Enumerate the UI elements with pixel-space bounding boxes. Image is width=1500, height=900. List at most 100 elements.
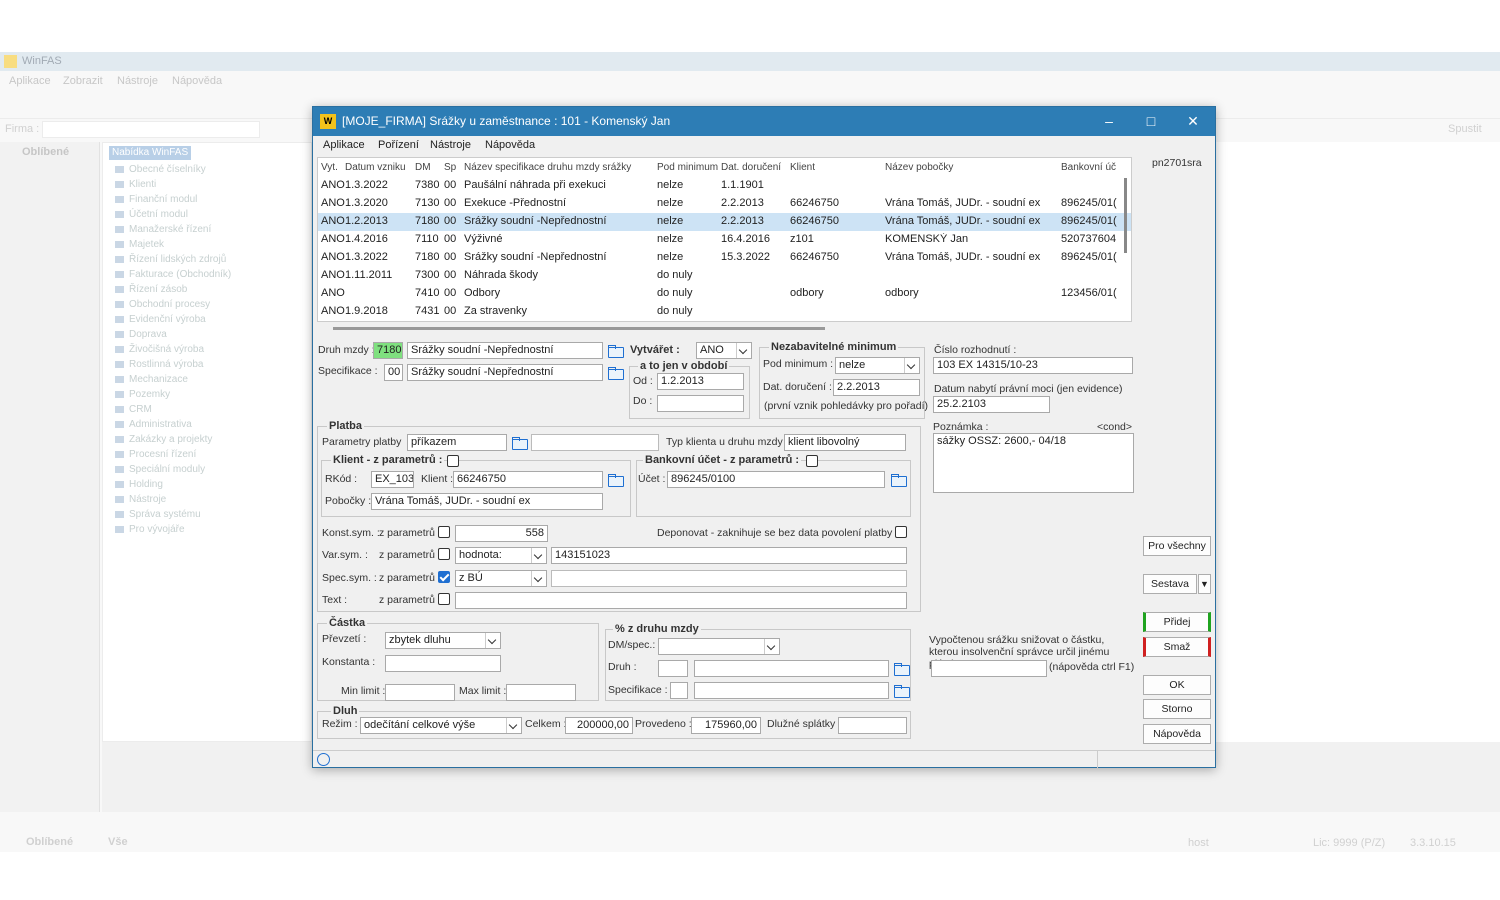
tab-oblibene[interactable]: Oblíbené: [26, 836, 73, 848]
druh-name-input[interactable]: [694, 660, 889, 677]
table-row[interactable]: ANO 1.11.2011 7300 00 Náhrada škody do nuly: [318, 267, 1131, 285]
folder-open-icon[interactable]: [890, 473, 907, 487]
col-nazev[interactable]: Název specifikace druhu mzdy srážky: [464, 162, 654, 173]
chevron-down-icon[interactable]: [531, 548, 546, 563]
col-sp[interactable]: Sp: [444, 162, 462, 173]
tree-item[interactable]: Živočišná výroba: [107, 342, 231, 357]
table-row[interactable]: ANO 1.3.2020 7130 00 Exekuce -Přednostní nelz…: [318, 195, 1131, 213]
tree-item[interactable]: Klienti: [107, 177, 231, 192]
rezim-select[interactable]: odečítání celkové výše: [360, 717, 522, 734]
chevron-down-icon[interactable]: [764, 639, 779, 654]
tree-item[interactable]: Pozemky: [107, 387, 231, 402]
app-menu-nastroje[interactable]: Nástroje: [117, 75, 158, 87]
col-datum[interactable]: Datum vzniku: [345, 162, 411, 173]
folder-open-icon[interactable]: [893, 662, 910, 676]
col-klient[interactable]: Klient: [790, 162, 880, 173]
spec-mode-select[interactable]: z BÚ: [455, 570, 547, 587]
tree-item[interactable]: Holding: [107, 477, 231, 492]
chevron-down-icon[interactable]: [904, 358, 919, 373]
maximize-icon[interactable]: □: [1131, 107, 1171, 136]
chevron-down-icon[interactable]: [485, 633, 500, 648]
sestava-dropdown-icon[interactable]: ▼: [1198, 574, 1211, 594]
spec-sym-input[interactable]: [551, 570, 907, 587]
tree-item[interactable]: Majetek: [107, 237, 231, 252]
app-menu-napoveda[interactable]: Nápověda: [172, 75, 222, 87]
grid-hscroll[interactable]: [333, 327, 825, 330]
druh-mzdy-code[interactable]: 7180: [373, 342, 403, 359]
konst-sym-input[interactable]: 558: [455, 525, 548, 542]
app-menu-aplikace[interactable]: Aplikace: [9, 75, 51, 87]
ok-button[interactable]: OK: [1143, 675, 1211, 695]
tree-item[interactable]: Manažerské řízení: [107, 222, 231, 237]
od-input[interactable]: 1.2.2013: [657, 373, 744, 390]
spustit-button[interactable]: Spustit: [1448, 123, 1482, 135]
tree-item[interactable]: Mechanizace: [107, 372, 231, 387]
app-menu-zobrazit[interactable]: Zobrazit: [63, 75, 103, 87]
tree-item[interactable]: Řízení zásob: [107, 282, 231, 297]
tree-item[interactable]: Administrativa: [107, 417, 231, 432]
tree-item[interactable]: Procesní řízení: [107, 447, 231, 462]
tree-item[interactable]: Evidenční výroba: [107, 312, 231, 327]
tab-vse[interactable]: Vše: [108, 836, 128, 848]
ucet-input[interactable]: 896245/0100: [667, 471, 885, 488]
smaz-button[interactable]: Smaž: [1143, 637, 1211, 657]
sestava-button[interactable]: Sestava: [1143, 574, 1197, 594]
tree-item[interactable]: Účetní modul: [107, 207, 231, 222]
pridej-button[interactable]: Přidej: [1143, 612, 1211, 632]
celkem-input[interactable]: 200000,00: [565, 717, 633, 734]
specif-name-input[interactable]: [694, 682, 889, 699]
rkod-input[interactable]: EX_103: [371, 471, 414, 488]
konst-param-checkbox[interactable]: [438, 526, 450, 538]
col-dat-doruceni[interactable]: Dat. doručení: [721, 162, 789, 173]
text-input[interactable]: [455, 592, 907, 609]
menu-napoveda[interactable]: Nápověda: [485, 139, 535, 151]
tree-item[interactable]: Zakázky a projekty: [107, 432, 231, 447]
prevzeti-select[interactable]: zbytek dluhu: [385, 632, 501, 649]
max-limit-input[interactable]: [506, 684, 576, 701]
info-icon[interactable]: [317, 753, 330, 766]
tree-item[interactable]: Obchodní procesy: [107, 297, 231, 312]
param-platby-input[interactable]: příkazem: [407, 434, 507, 451]
tree-item[interactable]: Speciální moduly: [107, 462, 231, 477]
minimize-icon[interactable]: –: [1089, 107, 1129, 136]
folder-open-icon[interactable]: [607, 344, 624, 358]
table-row[interactable]: ANO 7410 00 Odbory do nuly odbory odbory 123456…: [318, 285, 1131, 303]
pobocky-input[interactable]: Vrána Tomáš, JUDr. - soudní ex: [371, 493, 603, 510]
napoveda-button[interactable]: Nápověda: [1143, 724, 1211, 744]
min-limit-input[interactable]: [385, 684, 455, 701]
tree-item[interactable]: Správa systému: [107, 507, 231, 522]
col-pod-minimum[interactable]: Pod minimum: [657, 162, 719, 173]
menu-aplikace[interactable]: Aplikace: [323, 139, 365, 151]
cislo-roz-input[interactable]: 103 EX 14315/10-23: [933, 357, 1133, 374]
col-dm[interactable]: DM: [415, 162, 440, 173]
tree-item[interactable]: Pro vývojáře: [107, 522, 231, 537]
tree-item[interactable]: Rostlinná výroba: [107, 357, 231, 372]
do-input[interactable]: [657, 395, 744, 412]
tree-item[interactable]: Obecné číselníky: [107, 162, 231, 177]
col-nazev-pobocky[interactable]: Název pobočky: [885, 162, 1055, 173]
srazky-grid[interactable]: Vyt. Datum vzniku DM Sp Název specifikac…: [317, 157, 1132, 322]
datum-nabyti-input[interactable]: 25.2.2103: [933, 396, 1050, 413]
tree-item[interactable]: Řízení lidských zdrojů: [107, 252, 231, 267]
col-bankovni-ucet[interactable]: Bankovní úč: [1061, 162, 1121, 173]
text-param-checkbox[interactable]: [438, 593, 450, 605]
dmspec-select[interactable]: [658, 638, 780, 655]
tree-item[interactable]: Doprava: [107, 327, 231, 342]
pod-min-select[interactable]: nelze: [835, 357, 920, 374]
col-vyt[interactable]: Vyt.: [321, 162, 345, 173]
tree-root[interactable]: Nabídka WinFAS: [109, 146, 192, 160]
dat-dor-input[interactable]: 2.2.2013: [833, 379, 920, 396]
deponovat-checkbox[interactable]: [895, 526, 907, 538]
var-sym-input[interactable]: 143151023: [551, 547, 907, 564]
provedeno-input[interactable]: 175960,00: [691, 717, 761, 734]
insolvence-input[interactable]: [931, 660, 1047, 677]
specifikace-name[interactable]: Srážky soudní -Nepřednostní: [407, 364, 603, 381]
table-row[interactable]: ANO 1.3.2022 7180 00 Srážky soudní -Nepředno…: [318, 249, 1131, 267]
chevron-down-icon[interactable]: [531, 571, 546, 586]
spec-param-checkbox[interactable]: [438, 571, 450, 583]
vytvaret-select[interactable]: ANO: [696, 342, 752, 359]
tree-item[interactable]: Finanční modul: [107, 192, 231, 207]
table-row[interactable]: ANO 1.2.2013 7180 00 Srážky soudní -Nepředno…: [318, 213, 1131, 231]
close-icon[interactable]: ✕: [1173, 107, 1213, 136]
chevron-down-icon[interactable]: [506, 718, 521, 733]
